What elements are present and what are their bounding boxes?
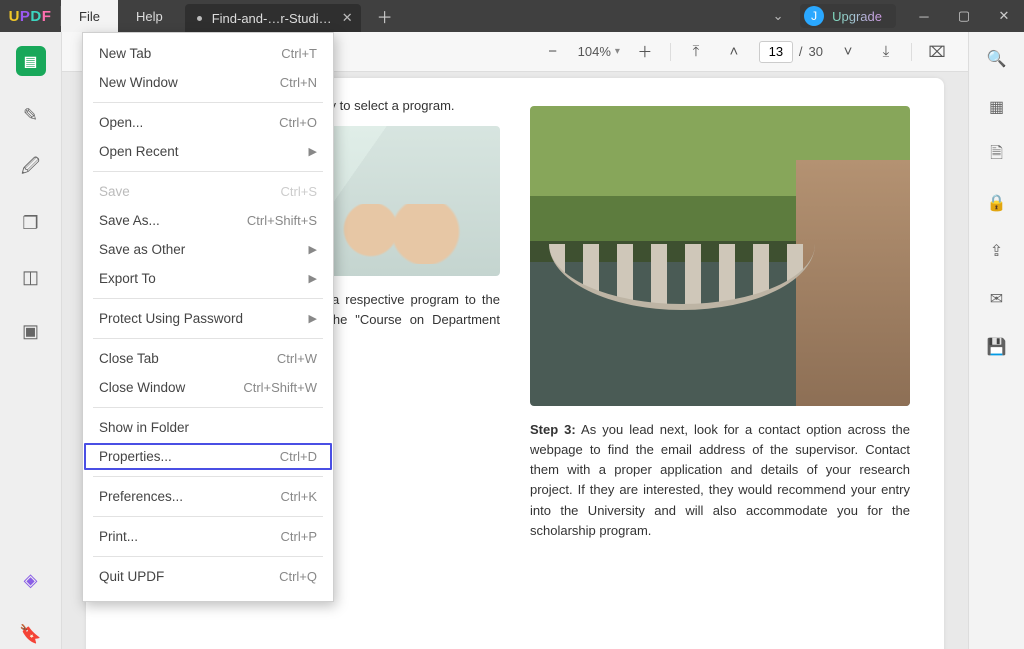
zoom-value: 104% xyxy=(578,44,611,59)
pdf-right-column: Step 3: As you lead next, look for a con… xyxy=(530,96,910,649)
menu-file[interactable]: File xyxy=(61,0,118,32)
zoom-in-icon[interactable]: ＋ xyxy=(632,39,658,65)
menu-item-new-tab[interactable]: New TabCtrl+T xyxy=(83,39,333,68)
chevron-right-icon: ▶ xyxy=(309,312,317,325)
menu-item-close-tab[interactable]: Close TabCtrl+W xyxy=(83,344,333,373)
menu-item-close-window[interactable]: Close WindowCtrl+Shift+W xyxy=(83,373,333,402)
layers-icon[interactable]: ◈ xyxy=(16,565,46,595)
zoom-level[interactable]: 104% ▾ xyxy=(578,44,620,59)
upgrade-label: Upgrade xyxy=(832,9,882,24)
menu-item-protect[interactable]: Protect Using Password▶ xyxy=(83,304,333,333)
new-tab-button[interactable]: ＋ xyxy=(371,0,399,32)
pages-icon[interactable]: ❐ xyxy=(16,208,46,238)
window-close-icon[interactable]: ✕ xyxy=(984,0,1024,32)
page-sep: / xyxy=(799,44,803,59)
photo-bridge xyxy=(530,106,910,406)
bookmark-icon[interactable]: 🔖 xyxy=(16,619,46,649)
crop-icon[interactable]: ◫ xyxy=(16,262,46,292)
menu-item-quit[interactable]: Quit UPDFCtrl+Q xyxy=(83,562,333,591)
tabs-overflow-icon[interactable]: ⌄ xyxy=(764,0,792,32)
app-logo: UPDF xyxy=(0,0,60,32)
annotate-icon[interactable]: ✎ xyxy=(16,100,46,130)
first-page-icon[interactable]: ⤒ xyxy=(683,39,709,65)
page-total: 30 xyxy=(809,44,823,59)
tab-close-icon[interactable]: ✕ xyxy=(342,10,353,26)
form-icon[interactable]: ▣ xyxy=(16,316,46,346)
separator xyxy=(911,43,912,61)
menu-item-save-as[interactable]: Save As...Ctrl+Shift+S xyxy=(83,206,333,235)
ocr-icon[interactable]: ▦ xyxy=(984,94,1010,120)
menu-item-export-to[interactable]: Export To▶ xyxy=(83,264,333,293)
separator xyxy=(670,43,671,61)
presentation-icon[interactable]: ⌧ xyxy=(924,39,950,65)
compress-icon[interactable]: 🗎 xyxy=(984,142,1010,168)
menu-item-save: SaveCtrl+S xyxy=(83,177,333,206)
chevron-right-icon: ▶ xyxy=(309,145,317,158)
tab-indicator-icon xyxy=(197,16,202,21)
document-tab[interactable]: Find-and-…r-Studies ✕ xyxy=(185,4,361,32)
protect-icon[interactable]: 🔒 xyxy=(984,190,1010,216)
menu-item-new-window[interactable]: New WindowCtrl+N xyxy=(83,68,333,97)
user-avatar: J xyxy=(804,6,824,26)
page-input[interactable] xyxy=(759,41,793,63)
email-icon[interactable]: ✉ xyxy=(984,286,1010,312)
body-text: Step 3: As you lead next, look for a con… xyxy=(530,420,910,541)
edit-text-icon[interactable]: 🖉 xyxy=(16,154,46,184)
menu-item-properties[interactable]: Properties...Ctrl+D xyxy=(83,442,333,471)
chevron-right-icon: ▶ xyxy=(309,243,317,256)
right-sidebar: 🔍 ▦ 🗎 🔒 ⇪ ✉ 💾 xyxy=(968,32,1024,649)
reader-mode-icon[interactable]: ▤ xyxy=(16,46,46,76)
last-page-icon[interactable]: ⤓ xyxy=(873,39,899,65)
page-number-control: / 30 xyxy=(759,41,823,63)
left-sidebar: ▤ ✎ 🖉 ❐ ◫ ▣ ◈ 🔖 xyxy=(0,32,62,649)
menu-item-show-in-folder[interactable]: Show in Folder xyxy=(83,413,333,442)
menu-item-save-as-other[interactable]: Save as Other▶ xyxy=(83,235,333,264)
menu-item-preferences[interactable]: Preferences...Ctrl+K xyxy=(83,482,333,511)
prev-page-icon[interactable]: ˄ xyxy=(721,39,747,65)
menu-item-open-recent[interactable]: Open Recent▶ xyxy=(83,137,333,166)
chevron-right-icon: ▶ xyxy=(309,272,317,285)
window-minimize-icon[interactable]: ─ xyxy=(904,0,944,32)
save-icon[interactable]: 💾 xyxy=(984,334,1010,360)
file-menu-dropdown: New TabCtrl+T New WindowCtrl+N Open...Ct… xyxy=(82,32,334,602)
next-page-icon[interactable]: ˅ xyxy=(835,39,861,65)
menu-help[interactable]: Help xyxy=(118,0,181,32)
zoom-out-icon[interactable]: − xyxy=(540,39,566,65)
tab-title: Find-and-…r-Studies xyxy=(212,11,332,26)
menu-item-open[interactable]: Open...Ctrl+O xyxy=(83,108,333,137)
window-maximize-icon[interactable]: ▢ xyxy=(944,0,984,32)
chevron-down-icon: ▾ xyxy=(615,46,620,57)
upgrade-button[interactable]: J Upgrade xyxy=(800,4,896,28)
share-icon[interactable]: ⇪ xyxy=(984,238,1010,264)
menu-item-print[interactable]: Print...Ctrl+P xyxy=(83,522,333,551)
search-icon[interactable]: 🔍 xyxy=(984,46,1010,72)
